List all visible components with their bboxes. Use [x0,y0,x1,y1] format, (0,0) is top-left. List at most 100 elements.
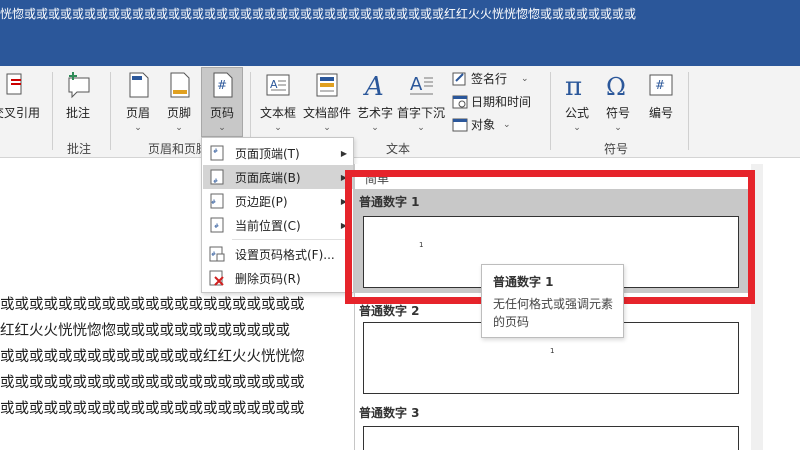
current-position-icon: # [209,217,225,233]
object-label: 对象 [471,118,496,132]
svg-text:#: # [211,251,216,258]
text-box-icon: A [262,68,294,102]
tooltip-description: 无任何格式或强调元素的页码 [493,297,614,329]
date-time-button[interactable]: 日期和时间 [452,93,531,110]
svg-text:#: # [217,78,227,92]
calendar-icon [452,94,468,110]
chevron-down-icon: ⌄ [134,123,142,133]
pi-icon: π [561,68,593,102]
footer-button[interactable]: 页脚 ⌄ [163,68,195,133]
menu-item-label: 当前位置(C) [235,218,301,233]
signature-line-icon [452,71,468,87]
menu-item-label: 设置页码格式(F)... [235,247,335,262]
menu-item-label: 页面顶端(T) [235,146,300,161]
comment-label: 批注 [65,106,90,120]
object-icon [452,117,468,133]
wordart-icon: A [359,68,391,102]
group-separator [110,72,111,150]
menu-item-format-page-numbers[interactable]: # 设置页码格式(F)... [203,242,353,266]
footer-icon [163,68,195,102]
svg-text:#: # [655,78,665,92]
menu-item-page-margin[interactable]: # 页边距(P) ▶ [203,189,353,213]
tooltip: 普通数字 1 无任何格式或强调元素的页码 [481,264,624,338]
menu-item-remove-page-numbers[interactable]: 删除页码(R) [203,266,353,290]
cross-reference-icon [0,68,32,102]
format-page-number-icon: # [209,246,225,262]
window-title: 恍惚或或或或或或或或或或或或或或或或或或或或或或或或或或或或或或或或或或或红红火… [0,7,637,21]
drop-cap-button[interactable]: A 首字下沉 ⌄ [397,68,445,133]
quick-parts-label: 文档部件 [303,106,352,120]
gallery-item-title: 普通数字 3 [359,406,420,420]
ribbon: 交叉引用 批注 批注 页眉 ⌄ 页脚 ⌄ # 页码 ⌄ 页眉和页脚 [0,66,800,158]
title-bar: 恍惚或或或或或或或或或或或或或或或或或或或或或或或或或或或或或或或或或或或红红火… [0,0,800,66]
symbol-button[interactable]: Ω 符号 ⌄ [602,68,634,133]
group-separator [688,72,689,150]
gallery-item-title: 普通数字 2 [359,304,420,318]
svg-text:Ω: Ω [606,73,626,100]
group-separator [550,72,551,150]
svg-text:π: π [565,72,582,100]
quick-parts-button[interactable]: 文档部件 ⌄ [303,68,351,133]
svg-text:#: # [213,148,218,155]
chevron-down-icon: ⌄ [503,119,511,130]
drop-cap-label: 首字下沉 [397,106,446,120]
document-line: 或或或或或或或或或或或或或或红红火火恍恍惚 [0,349,305,365]
chevron-down-icon: ⌄ [323,123,331,133]
cross-reference-label: 交叉引用 [0,106,41,120]
chevron-down-icon: ⌄ [371,123,379,133]
page-number-button[interactable]: # 页码 ⌄ [201,67,243,137]
symbol-label: 符号 [605,106,630,120]
submenu-arrow-icon: ▶ [340,148,347,158]
text-group-label: 文本 [386,142,411,156]
chevron-down-icon: ⌄ [175,123,183,133]
signature-line-label: 签名行 [471,72,508,86]
svg-text:A: A [363,72,384,100]
menu-separator [232,239,352,240]
numbering-button[interactable]: # 编号 [645,68,677,121]
text-box-label: 文本框 [260,106,297,120]
svg-text:A: A [410,74,423,95]
menu-item-label: 页边距(P) [235,194,288,209]
comment-icon [62,68,94,102]
svg-text:#: # [211,199,216,206]
svg-text:#: # [213,178,218,185]
equation-button[interactable]: π 公式 ⌄ [561,68,593,133]
quick-parts-icon [311,68,343,102]
text-box-button[interactable]: A 文本框 ⌄ [260,68,296,133]
svg-text:#: # [214,223,219,230]
numbering-icon: # [645,68,677,102]
page-bottom-icon: # [209,169,225,185]
page-top-icon: # [209,145,225,161]
document-line: 或或或或或或或或或或或或或或或或或或或或或 [0,401,305,417]
page-margin-icon: # [209,193,225,209]
tooltip-title: 普通数字 1 [493,275,554,289]
wordart-button[interactable]: A 艺术字 ⌄ [357,68,393,133]
menu-item-label: 删除页码(R) [235,271,301,286]
header-label: 页眉 [125,106,150,120]
header-icon [122,68,154,102]
menu-item-current-position[interactable]: # 当前位置(C) ▶ [203,213,353,237]
chevron-down-icon: ⌄ [573,123,581,133]
numbering-label: 编号 [648,106,673,120]
svg-text:A: A [270,78,278,91]
menu-item-page-top[interactable]: # 页面顶端(T) ▶ [203,141,353,165]
document-line: 或或或或或或或或或或或或或或或或或或或或或 [0,375,305,391]
date-time-label: 日期和时间 [471,95,532,109]
document-line: 或或或或或或或或或或或或或或或或或或或或或 [0,297,305,313]
new-comment-button[interactable]: 批注 [62,68,94,121]
gallery-item-preview[interactable] [363,426,739,450]
menu-item-page-bottom[interactable]: # 页面底端(B) ▶ [203,165,353,189]
signature-line-button[interactable]: 签名行 ⌄ [452,70,529,87]
cross-reference-button[interactable]: 交叉引用 [0,68,40,121]
wordart-label: 艺术字 [357,106,394,120]
chevron-down-icon: ⌄ [274,123,282,133]
header-footer-group-label: 页眉和页脚 [148,142,209,156]
page-number-icon: # [206,68,238,102]
header-button[interactable]: 页眉 ⌄ [122,68,154,133]
object-button[interactable]: 对象 ⌄ [452,116,511,133]
remove-page-number-icon [209,270,225,286]
equation-label: 公式 [564,106,589,120]
document-line: 红红火火恍恍惚惚或或或或或或或或或或或或 [0,323,290,339]
chevron-down-icon: ⌄ [218,123,226,133]
chevron-down-icon: ⌄ [521,73,529,84]
